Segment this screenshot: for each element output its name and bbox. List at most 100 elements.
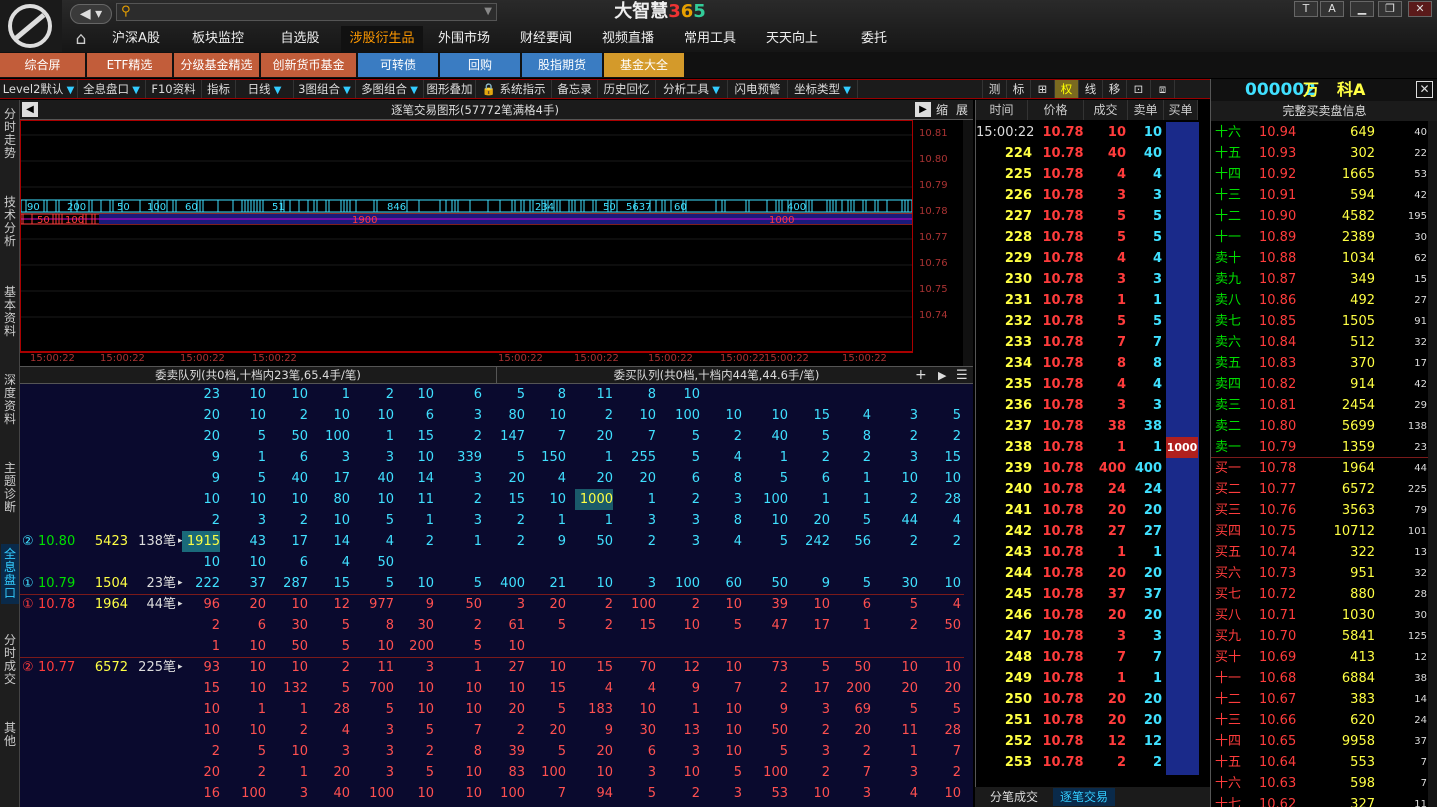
order-book-row[interactable]: 十五 10.64 553 7 xyxy=(1211,752,1429,773)
order-book-row[interactable]: 卖十 10.88 1034 62 xyxy=(1211,248,1429,269)
menu-item[interactable]: 外围市场 xyxy=(423,26,505,52)
order-book-row[interactable]: 买二 10.77 6572 225 xyxy=(1211,479,1429,500)
toolbar-item[interactable]: 全息盘口 ▼ xyxy=(78,80,146,98)
order-book-row[interactable]: 卖一 10.79 1359 23 xyxy=(1211,437,1429,458)
order-book-row[interactable]: 买八 10.71 1030 30 xyxy=(1211,605,1429,626)
toolbar-item[interactable]: 线 xyxy=(1079,80,1103,98)
toolbar-item[interactable]: Level2默认 ▼ xyxy=(0,80,78,98)
side-tab[interactable]: 深度资料 xyxy=(1,370,19,430)
close-icon[interactable]: ✕ xyxy=(1416,81,1433,98)
side-tab[interactable]: 其他 xyxy=(1,718,19,758)
toolbar-item[interactable]: ⧈ xyxy=(1151,80,1175,98)
tab-per-trade[interactable]: 逐笔交易 xyxy=(1053,788,1115,806)
chevron-down-icon[interactable]: ▼ xyxy=(709,85,720,96)
menu-item[interactable]: 板块监控 xyxy=(177,26,259,52)
order-book-row[interactable]: 卖五 10.83 370 17 xyxy=(1211,353,1429,374)
toolbar-item[interactable]: 坐标类型 ▼ xyxy=(788,80,858,98)
tick-list-col-header[interactable]: 成交 xyxy=(1084,100,1128,120)
toolbar-item[interactable]: 日线 ▼ xyxy=(236,80,294,98)
menu-icon[interactable]: ☰ xyxy=(956,367,968,384)
toolbar-item[interactable]: 多图组合 ▼ xyxy=(356,80,424,98)
toolbar-item[interactable]: ⊞ xyxy=(1031,80,1055,98)
order-book-row[interactable]: 卖六 10.84 512 32 xyxy=(1211,332,1429,353)
side-tab[interactable]: 分时成交 xyxy=(1,630,19,690)
order-book-row[interactable]: 卖四 10.82 914 42 xyxy=(1211,374,1429,395)
back-forward-button[interactable]: ◀ ▾ xyxy=(70,4,112,24)
toolbar-item[interactable]: 分析工具 ▼ xyxy=(656,80,728,98)
scroll-right-icon[interactable]: ▶ xyxy=(915,102,931,117)
menu-item[interactable]: 财经要闻 xyxy=(505,26,587,52)
order-book-row[interactable]: 买七 10.72 880 28 xyxy=(1211,584,1429,605)
toolbar-item[interactable]: 3图组合 ▼ xyxy=(294,80,356,98)
order-book-row[interactable]: 十三 10.91 594 42 xyxy=(1211,185,1429,206)
order-book-row[interactable]: 十二 10.67 383 14 xyxy=(1211,689,1429,710)
toolbar-item[interactable]: 🔒 系统指示 xyxy=(476,80,552,98)
side-tab[interactable]: 基本资料 xyxy=(1,282,19,342)
order-book-row[interactable]: 买一 10.78 1964 44 xyxy=(1211,458,1429,479)
menu-item[interactable]: 涉股衍生品 xyxy=(341,26,423,52)
toolbar-item[interactable]: F10资料 xyxy=(146,80,202,98)
chevron-down-icon[interactable]: ▼ xyxy=(129,85,140,96)
toolbox-icon[interactable]: T xyxy=(1294,1,1318,17)
toolbar-item[interactable]: 权 xyxy=(1055,80,1079,98)
menu-item[interactable]: 沪深A股 xyxy=(95,26,177,52)
toolbar-item[interactable]: 备忘录 xyxy=(552,80,598,98)
tab-2[interactable]: 分级基金精选 xyxy=(174,53,259,77)
side-tab[interactable]: 分时走势 xyxy=(1,104,19,164)
menu-item[interactable]: 天天向上 xyxy=(751,26,833,52)
font-icon[interactable]: A xyxy=(1320,1,1344,17)
toolbar-item[interactable]: 移 xyxy=(1103,80,1127,98)
order-book-row[interactable]: 十三 10.66 620 24 xyxy=(1211,710,1429,731)
menu-item[interactable]: 常用工具 xyxy=(669,26,751,52)
chevron-down-icon[interactable]: ▼ xyxy=(63,85,75,96)
toolbar-item[interactable]: 闪电预警 xyxy=(728,80,788,98)
order-book-row[interactable]: 十二 10.90 4582 195 xyxy=(1211,206,1429,227)
order-book-row[interactable]: 十五 10.93 302 22 xyxy=(1211,143,1429,164)
order-book-row[interactable]: 十四 10.65 9958 37 xyxy=(1211,731,1429,752)
order-book-row[interactable]: 十七 10.62 327 11 xyxy=(1211,794,1429,807)
tab-6[interactable]: 股指期货 xyxy=(522,53,602,77)
order-book-row[interactable]: 买四 10.75 10712 101 xyxy=(1211,521,1429,542)
app-logo[interactable] xyxy=(0,0,62,52)
tab-0[interactable]: 综合屏 xyxy=(0,53,85,77)
add-icon[interactable]: + xyxy=(915,367,927,384)
toolbar-item[interactable]: 测 xyxy=(983,80,1007,98)
side-tab[interactable]: 技术分析 xyxy=(1,192,19,252)
tab-1[interactable]: ETF精选 xyxy=(87,53,172,77)
order-book-row[interactable]: 卖八 10.86 492 27 xyxy=(1211,290,1429,311)
tick-list-col-header[interactable]: 买单 xyxy=(1164,100,1198,120)
order-book-row[interactable]: 买五 10.74 322 13 xyxy=(1211,542,1429,563)
order-book-row[interactable]: 卖七 10.85 1505 91 xyxy=(1211,311,1429,332)
order-book-row[interactable]: 买十 10.69 413 12 xyxy=(1211,647,1429,668)
order-book-row[interactable]: 买三 10.76 3563 79 xyxy=(1211,500,1429,521)
toolbar-item[interactable]: 图形叠加 xyxy=(424,80,476,98)
tab-tick-trades[interactable]: 分笔成交 xyxy=(975,788,1053,806)
order-book-row[interactable]: 十四 10.92 1665 53 xyxy=(1211,164,1429,185)
tab-4[interactable]: 可转债 xyxy=(358,53,438,77)
minimize-icon[interactable]: ▁ xyxy=(1350,1,1374,17)
scroll-left-icon[interactable]: ◀ xyxy=(22,102,38,117)
order-book-row[interactable]: 十六 10.63 598 7 xyxy=(1211,773,1429,794)
order-book-row[interactable]: 十一 10.89 2389 30 xyxy=(1211,227,1429,248)
zoom-button[interactable]: 缩 xyxy=(936,100,948,120)
toolbar-item[interactable]: 标 xyxy=(1007,80,1031,98)
restore-icon[interactable]: ❐ xyxy=(1378,1,1402,17)
order-book-row[interactable]: 买六 10.73 951 32 xyxy=(1211,563,1429,584)
tick-list-col-header[interactable]: 价格 xyxy=(1028,100,1084,120)
expand-button[interactable]: 展 xyxy=(956,100,968,120)
chevron-down-icon[interactable]: ▼ xyxy=(840,85,851,96)
play-icon[interactable]: ▶ xyxy=(938,367,946,384)
search-input[interactable]: ⚲ ▼ xyxy=(116,3,497,21)
tab-3[interactable]: 创新货币基金 xyxy=(261,53,356,77)
tick-list-col-header[interactable]: 时间 xyxy=(976,100,1028,120)
close-icon[interactable]: ✕ xyxy=(1408,1,1432,17)
menu-item[interactable]: 委托 xyxy=(833,26,915,52)
tick-list-col-header[interactable]: 卖单 xyxy=(1128,100,1164,120)
chevron-down-icon[interactable]: ▼ xyxy=(407,85,418,96)
order-book-row[interactable]: 十一 10.68 6884 38 xyxy=(1211,668,1429,689)
side-tab[interactable]: 主题诊断 xyxy=(1,458,19,518)
chevron-down-icon[interactable]: ▼ xyxy=(484,4,492,20)
menu-item[interactable]: 自选股 xyxy=(259,26,341,52)
home-icon[interactable]: ⌂ xyxy=(70,29,92,49)
scrollbar[interactable] xyxy=(1428,121,1437,807)
